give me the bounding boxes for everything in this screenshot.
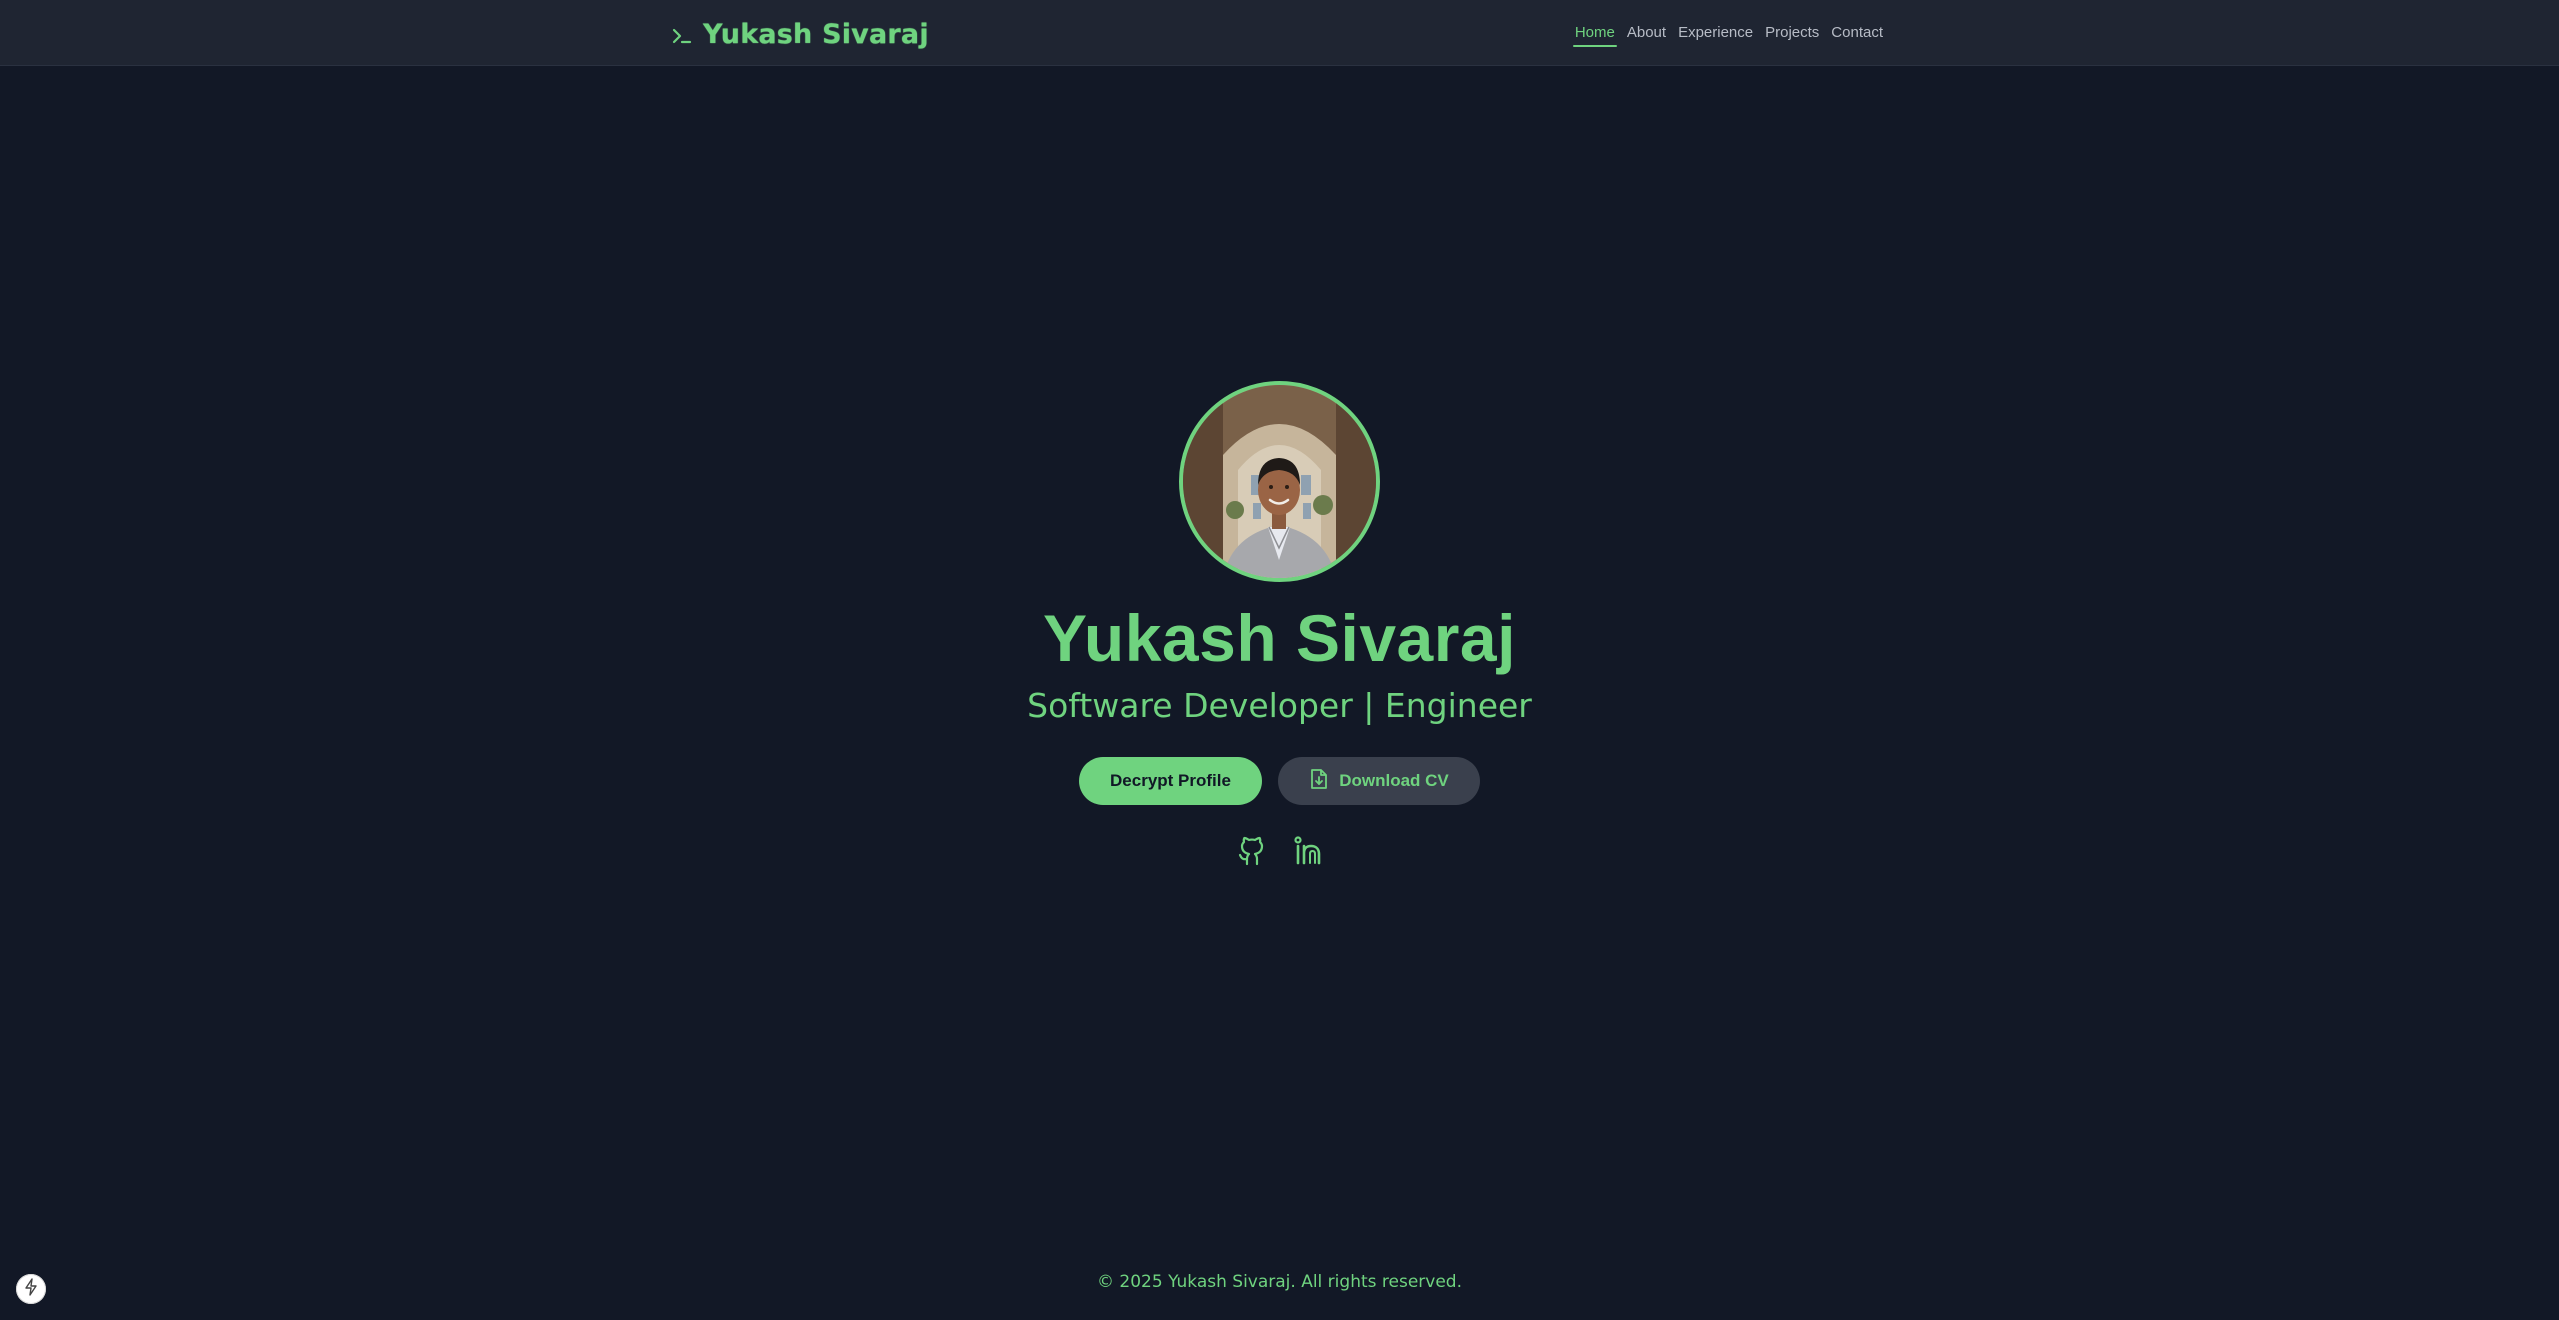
hero-actions: Decrypt Profile Download CV [0, 757, 2559, 805]
file-download-icon [1309, 768, 1329, 795]
hero-name: Yukash Sivaraj [1043, 601, 1516, 675]
download-cv-button[interactable]: Download CV [1278, 757, 1480, 805]
decrypt-profile-button[interactable]: Decrypt Profile [1079, 757, 1262, 805]
social-links [0, 836, 2559, 870]
github-link[interactable] [1235, 836, 1269, 870]
corner-widget-button[interactable] [16, 1274, 46, 1304]
download-cv-label: Download CV [1339, 771, 1449, 790]
decrypt-profile-label: Decrypt Profile [1110, 771, 1231, 790]
lightning-bolt-icon [24, 1278, 38, 1300]
hero-tagline: Software Developer | Engineer [1027, 686, 1532, 725]
github-icon [1237, 835, 1267, 871]
footer-copyright: © 2025 Yukash Sivaraj. All rights reserv… [1097, 1272, 1462, 1292]
hero-section: Yukash Sivaraj Software Developer | Engi… [0, 0, 2559, 1320]
linkedin-icon [1292, 835, 1324, 871]
linkedin-link[interactable] [1291, 836, 1325, 870]
profile-photo [1183, 385, 1376, 578]
profile-avatar [1179, 381, 1380, 582]
